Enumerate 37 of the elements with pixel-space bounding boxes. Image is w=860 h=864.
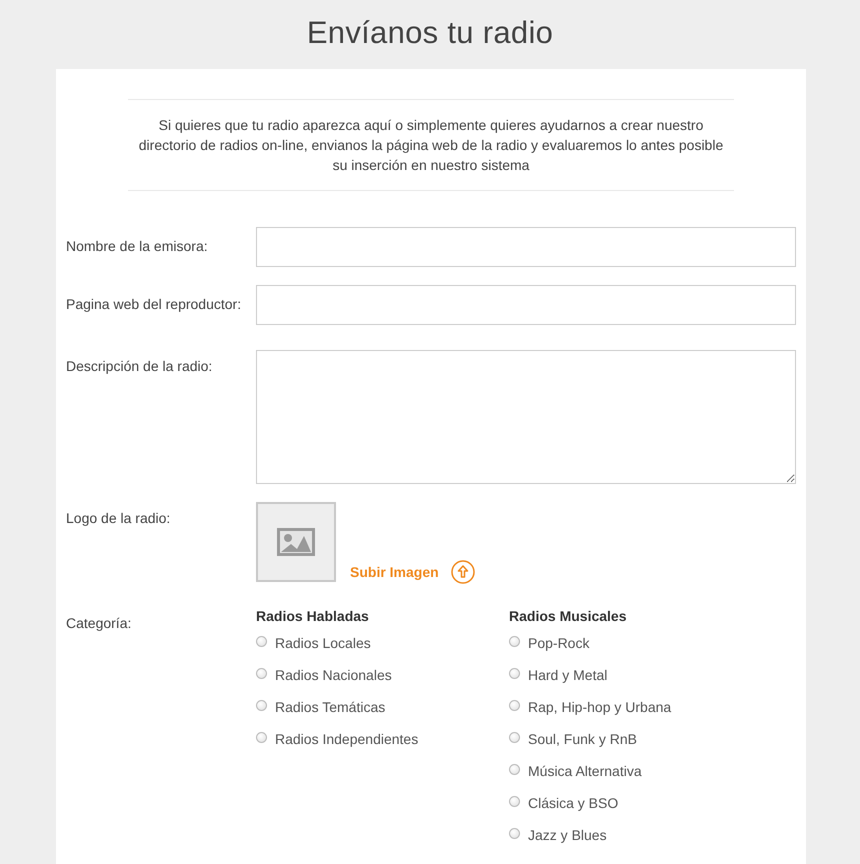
radio-label: Radios Nacionales	[275, 667, 392, 683]
radio-label: Rap, Hip-hop y Urbana	[528, 699, 672, 715]
upload-icon	[450, 560, 475, 584]
radio-button[interactable]	[256, 732, 267, 743]
radio-button[interactable]	[509, 732, 520, 743]
field-label: Descripción de la radio:	[66, 357, 214, 376]
field-label: Logo de la radio:	[66, 509, 172, 528]
radio-label: Música Alternativa	[528, 763, 642, 779]
image-icon	[277, 528, 315, 556]
radio-button[interactable]	[509, 700, 520, 711]
description-field[interactable]	[256, 350, 796, 484]
field-label: Categoría:	[66, 614, 132, 633]
intro-text: Si quieres que tu radio aparezca aquí o simplemente quieres ayudarnos a crear nuestro directorio de radios on-line, envianos la página web de la radio y evaluaremos lo antes posible su inserción en nuestro sistema	[128, 99, 734, 191]
radio-label: Soul, Funk y RnB	[528, 731, 637, 747]
radio-button[interactable]	[509, 764, 520, 775]
radio-button[interactable]	[256, 636, 267, 647]
radio-label: Radios Independientes	[275, 731, 418, 747]
text-field[interactable]	[256, 227, 796, 267]
upload-image-link[interactable]: Subir Imagen	[350, 560, 475, 584]
group-heading: Radios Musicales	[509, 607, 628, 626]
radio-label: Radios Temáticas	[275, 699, 386, 715]
radio-label: Radios Locales	[275, 635, 371, 651]
radio-label: Clásica y BSO	[528, 795, 618, 811]
radio-label: Pop-Rock	[528, 635, 590, 651]
radio-button[interactable]	[256, 700, 267, 711]
radio-label: Jazz y Blues	[528, 827, 607, 843]
radio-button[interactable]	[509, 796, 520, 807]
field-label: Nombre de la emisora:	[66, 237, 209, 256]
page-title: Envíanos tu radio	[306, 14, 554, 52]
text-field[interactable]	[256, 285, 796, 325]
radio-button[interactable]	[256, 668, 267, 679]
radio-button[interactable]	[509, 636, 520, 647]
group-heading: Radios Habladas	[256, 607, 370, 626]
radio-button[interactable]	[509, 828, 520, 839]
radio-button[interactable]	[509, 668, 520, 679]
radio-label: Hard y Metal	[528, 667, 608, 683]
field-label: Pagina web del reproductor:	[66, 295, 242, 314]
